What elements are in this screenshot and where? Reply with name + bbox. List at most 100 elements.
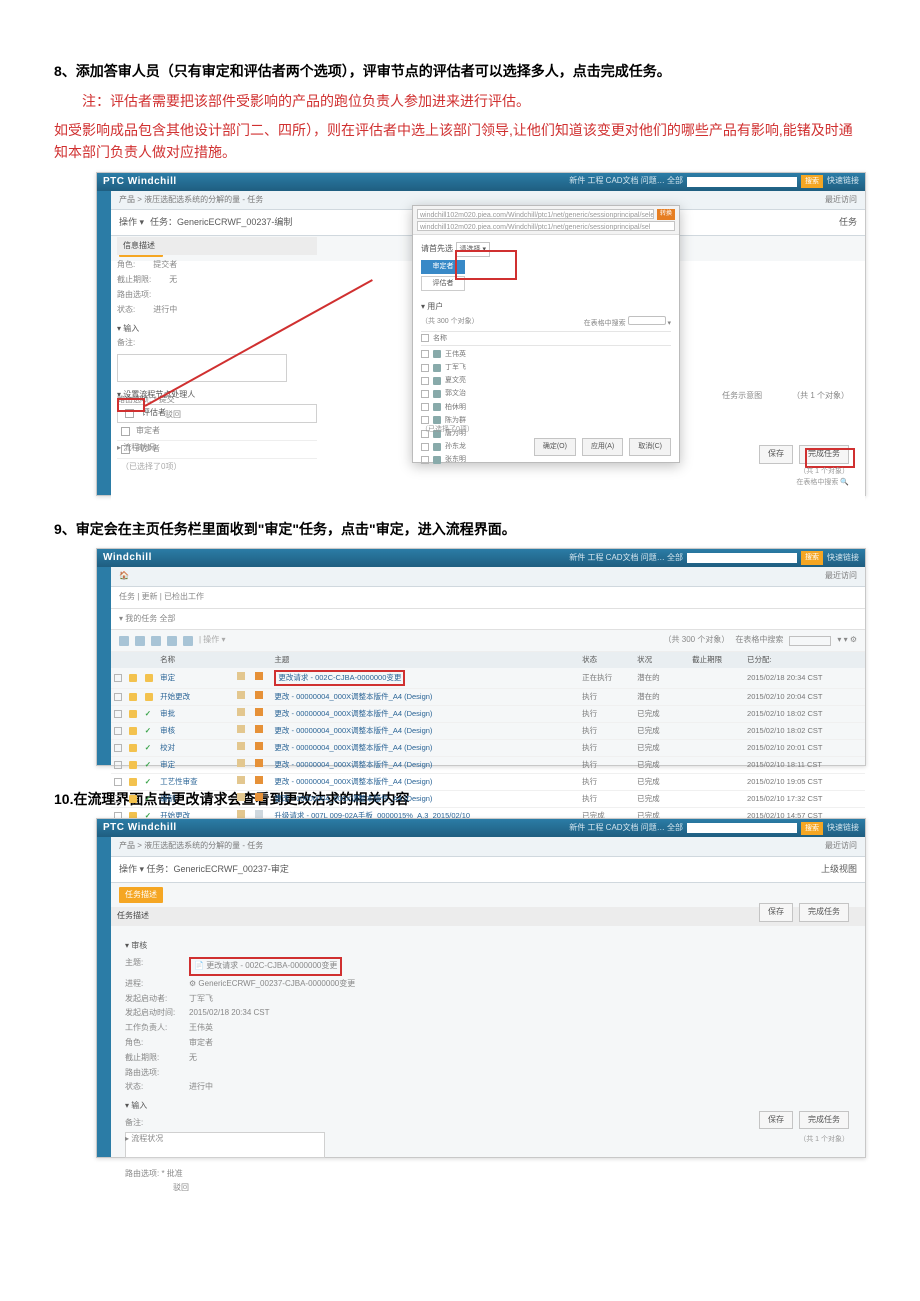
table-row[interactable]: ✓审批更改 - 00000004_000X调整本版件_A4 (Design)执行… [111,706,865,723]
task-name-link[interactable]: 审批 [160,709,175,718]
subject-link[interactable]: 更改 - 00000004_000X调整本版件_A4 (Design) [274,709,432,718]
select-all-checkbox[interactable] [421,334,429,342]
column-header[interactable]: 截止期限 [689,652,744,668]
row-checkbox[interactable] [114,710,122,718]
table-menu-icon[interactable]: ▾ ▾ ⚙ [837,634,857,647]
task-name-link[interactable]: 审核 [160,726,175,735]
subject-link[interactable]: 更改 - 00000004_000X调整本版件_A4 (Design) [274,760,432,769]
convert-button[interactable]: 转换 [657,209,675,221]
row-checkbox[interactable] [114,778,122,786]
note-textarea[interactable] [117,354,287,382]
user-row[interactable]: 王伟英 [421,348,671,361]
user-row[interactable]: 郭文治 [421,387,671,400]
user-checkbox[interactable] [421,443,429,451]
process-status[interactable]: ▸ 流程状况 [125,1133,163,1146]
subject-link[interactable]: 更改 - 00000004_000X调整本版件_A4 (Design) [274,726,432,735]
user-row[interactable]: 丁军飞 [421,361,671,374]
row-checkbox[interactable] [114,795,122,803]
row-checkbox[interactable] [114,727,122,735]
column-header[interactable]: 状态 [579,652,634,668]
windchill-sidebar[interactable] [97,567,111,765]
column-header[interactable] [111,652,126,668]
subject-link[interactable]: 更改 - 00000004_000X调整本版件_A4 (Design) [274,794,432,803]
assignee-role[interactable]: 评估者 [142,407,313,420]
info-tab[interactable]: 任务描述 [119,887,163,904]
user-checkbox[interactable] [421,350,429,358]
tabs[interactable]: 任务 | 更新 | 已检出工作 [111,587,865,609]
task-name-link[interactable]: 校对 [160,743,175,752]
search-button[interactable]: 搜索 [801,551,823,564]
user-row[interactable]: 夏文亮 [421,374,671,387]
breadcrumb[interactable]: 产品 > 液压选配选系统的分解的量 - 任务 [119,194,263,207]
actions-menu[interactable]: 操作 ▾ [119,215,144,229]
user-checkbox[interactable] [421,456,429,464]
table-row[interactable]: 开始更改更改 - 00000004_000X调整本版件_A4 (Design)执… [111,689,865,706]
title-right[interactable]: 上级视图 [821,862,857,876]
user-checkbox[interactable] [421,377,429,385]
save-button[interactable]: 保存 [759,445,793,464]
route-approve[interactable]: 路由选项: * 批准 [125,1168,183,1181]
column-header[interactable]: 名称 [157,652,234,668]
quick-links[interactable]: 快速链接 [827,175,859,188]
table-row[interactable]: ✓审核更改 - 00000004_000X调整本版件_A4 (Design)执行… [111,723,865,740]
dialog-ok-button[interactable]: 确定(O) [534,438,576,455]
subject-link[interactable]: 更改 - 00000004_000X调整本版件_A4 (Design) [274,743,432,752]
table-row[interactable]: ✓校对更改 - 00000004_000X调整本版件_A4 (Design)执行… [111,740,865,757]
view-filter[interactable]: ▾ 我的任务 全部 [111,609,865,631]
user-search-input[interactable] [628,316,666,325]
save-button[interactable]: 保存 [759,903,793,922]
column-header[interactable] [142,652,157,668]
column-header[interactable] [126,652,141,668]
row-checkbox[interactable] [114,744,122,752]
row-checkbox[interactable] [114,693,122,701]
toolbar-icon[interactable] [135,636,145,646]
user-checkbox[interactable] [421,364,429,372]
breadcrumb[interactable]: 产品 > 液压选配选系统的分解的量 - 任务 [119,840,263,853]
quick-links[interactable]: 快速链接 [827,822,859,835]
user-checkbox[interactable] [421,403,429,411]
column-header[interactable] [252,652,272,668]
breadcrumb-right[interactable]: 最近访问 [825,194,857,207]
search-button[interactable]: 搜索 [801,175,823,188]
toolbar-icon[interactable] [167,636,177,646]
complete-task-button[interactable]: 完成任务 [799,903,849,922]
toolbar-icon[interactable] [183,636,193,646]
table-search-input[interactable] [789,636,831,646]
breadcrumb-home-icon[interactable]: 🏠 [119,570,129,583]
column-header[interactable]: 主题 [271,652,579,668]
save-button[interactable]: 保存 [759,1111,793,1130]
windchill-sidebar[interactable] [97,191,111,495]
quick-links[interactable]: 快速链接 [827,552,859,565]
dialog-cancel-button[interactable]: 取消(C) [629,438,671,455]
user-row[interactable]: 柏休明 [421,401,671,414]
task-name-link[interactable]: 审定 [160,760,175,769]
subject-link[interactable]: 📄 更改请求 - 002C-CJBA-0000000变更 [189,957,342,976]
dialog-apply-button[interactable]: 应用(A) [582,438,623,455]
task-name-link[interactable]: 开始更改 [160,692,190,701]
route-reject[interactable]: 驳回 [173,1182,189,1195]
toolbar-icon[interactable] [151,636,161,646]
windchill-sidebar[interactable] [97,837,111,1157]
task-name-link[interactable]: 审定 [160,673,175,682]
process-link[interactable]: ⚙ GenericECRWF_00237-CJBA-0000000变更 [189,978,355,991]
row-checkbox[interactable] [114,761,122,769]
complete-task-button[interactable]: 完成任务 [799,1111,849,1130]
process-status[interactable]: ▸ 流程状况 [117,442,155,455]
table-row[interactable]: ✓编制更改 - 00000004_000X调整本版件_A4 (Design)执行… [111,791,865,808]
user-checkbox[interactable] [421,416,429,424]
task-name-link[interactable]: 编制 [160,794,175,803]
search-input[interactable] [687,823,797,833]
table-row[interactable]: ✓审定更改 - 00000004_000X调整本版件_A4 (Design)执行… [111,757,865,774]
toolbar-icon[interactable] [119,636,129,646]
subject-link[interactable]: 更改请求 - 002C-CJBA-0000000变更 [278,673,401,682]
row-checkbox[interactable] [114,674,122,682]
column-header[interactable] [234,652,252,668]
breadcrumb-right[interactable]: 最近访问 [825,570,857,583]
row-checkbox[interactable] [121,427,130,436]
search-input[interactable] [687,553,797,563]
table-row[interactable]: ✓工艺性审查更改 - 00000004_000X调整本版件_A4 (Design… [111,774,865,791]
search-input[interactable] [687,177,797,187]
search-button[interactable]: 搜索 [801,822,823,835]
user-checkbox[interactable] [421,390,429,398]
column-header[interactable]: 状况 [634,652,689,668]
